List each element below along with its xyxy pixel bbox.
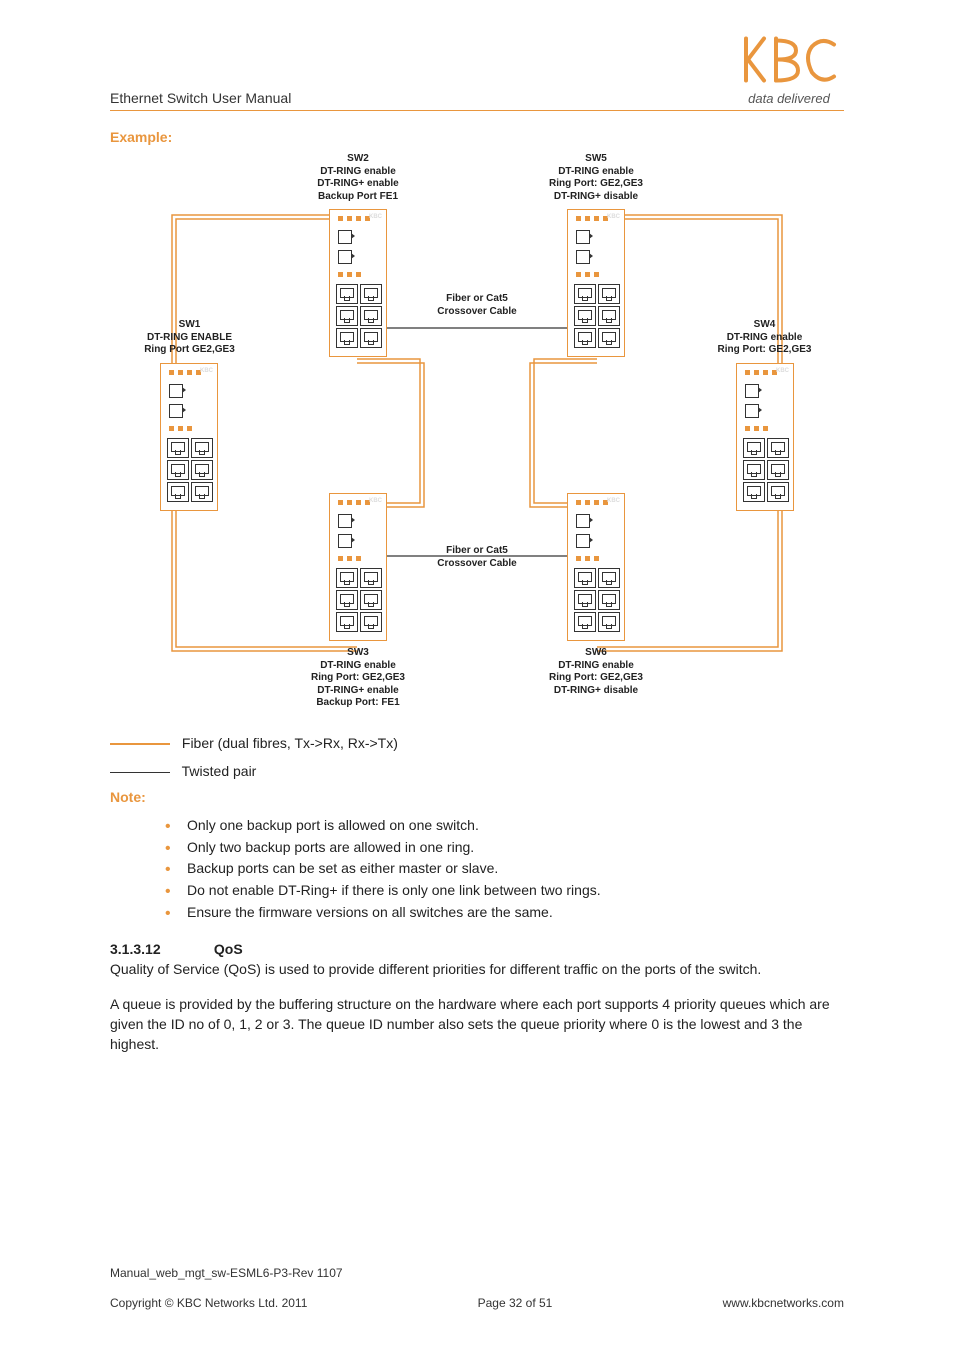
note-item: Ensure the firmware versions on all swit…	[165, 902, 844, 924]
footer-filename: Manual_web_mgt_sw-ESML6-P3-Rev 1107	[110, 1266, 844, 1280]
note-item: Only two backup ports are allowed in one…	[165, 837, 844, 859]
footer-copyright: Copyright © KBC Networks Ltd. 2011	[110, 1296, 307, 1310]
legend-fiber: Fiber (dual fibres, Tx->Rx, Rx->Tx)	[110, 735, 844, 751]
note-item: Do not enable DT-Ring+ if there is only …	[165, 880, 844, 902]
page: data delivered Ethernet Switch User Manu…	[0, 0, 954, 1350]
legend-twisted: Twisted pair	[110, 763, 844, 779]
notes-list: Only one backup port is allowed on one s…	[165, 815, 844, 923]
section-title: QoS	[214, 941, 243, 957]
legend-fiber-text: Fiber (dual fibres, Tx->Rx, Rx->Tx)	[182, 735, 398, 751]
label-sw6: SW6 DT-RING enable Ring Port: GE2,GE3 DT…	[546, 647, 646, 697]
label-cable-top: Fiber or Cat5 Crossover Cable	[427, 293, 527, 318]
label-sw4: SW4 DT-RING enable Ring Port: GE2,GE3	[687, 319, 842, 357]
page-footer: Manual_web_mgt_sw-ESML6-P3-Rev 1107 Copy…	[110, 1266, 844, 1310]
note-heading: Note:	[110, 789, 844, 805]
footer-page-number: Page 32 of 51	[478, 1296, 553, 1310]
header-divider	[110, 110, 844, 111]
network-diagram: KBC KBC KBC KBC KBC	[112, 153, 842, 723]
section-paragraph: Quality of Service (QoS) is used to prov…	[110, 959, 844, 979]
diagram-wires	[112, 153, 842, 723]
legend-twisted-swatch	[110, 772, 170, 773]
device-sw6: KBC	[567, 493, 625, 641]
label-sw3: SW3 DT-RING enable Ring Port: GE2,GE3 DT…	[308, 647, 408, 710]
device-sw3: KBC	[329, 493, 387, 641]
device-sw4: KBC	[736, 363, 794, 511]
legend-twisted-text: Twisted pair	[182, 763, 257, 779]
example-heading: Example:	[110, 129, 844, 145]
brand-tagline: data delivered	[734, 91, 844, 106]
note-item: Only one backup port is allowed on one s…	[165, 815, 844, 837]
kbc-logo-icon	[734, 30, 844, 90]
label-sw5: SW5 DT-RING enable Ring Port: GE2,GE3 DT…	[546, 153, 646, 203]
device-sw2: KBC	[329, 209, 387, 357]
footer-url: www.kbcnetworks.com	[723, 1296, 844, 1310]
label-sw2: SW2 DT-RING enable DT-RING+ enable Backu…	[308, 153, 408, 203]
label-sw1: SW1 DT-RING ENABLE Ring Port GE2,GE3	[112, 319, 267, 357]
label-cable-bottom: Fiber or Cat5 Crossover Cable	[427, 545, 527, 570]
device-sw5: KBC	[567, 209, 625, 357]
device-sw1: KBC	[160, 363, 218, 511]
section-number: 3.1.3.12	[110, 941, 210, 957]
note-item: Backup ports can be set as either master…	[165, 858, 844, 880]
section-paragraph: A queue is provided by the buffering str…	[110, 994, 844, 1055]
section-heading: 3.1.3.12 QoS	[110, 941, 844, 957]
legend-fiber-swatch	[110, 743, 170, 745]
brand-logo-area: data delivered	[734, 30, 844, 106]
